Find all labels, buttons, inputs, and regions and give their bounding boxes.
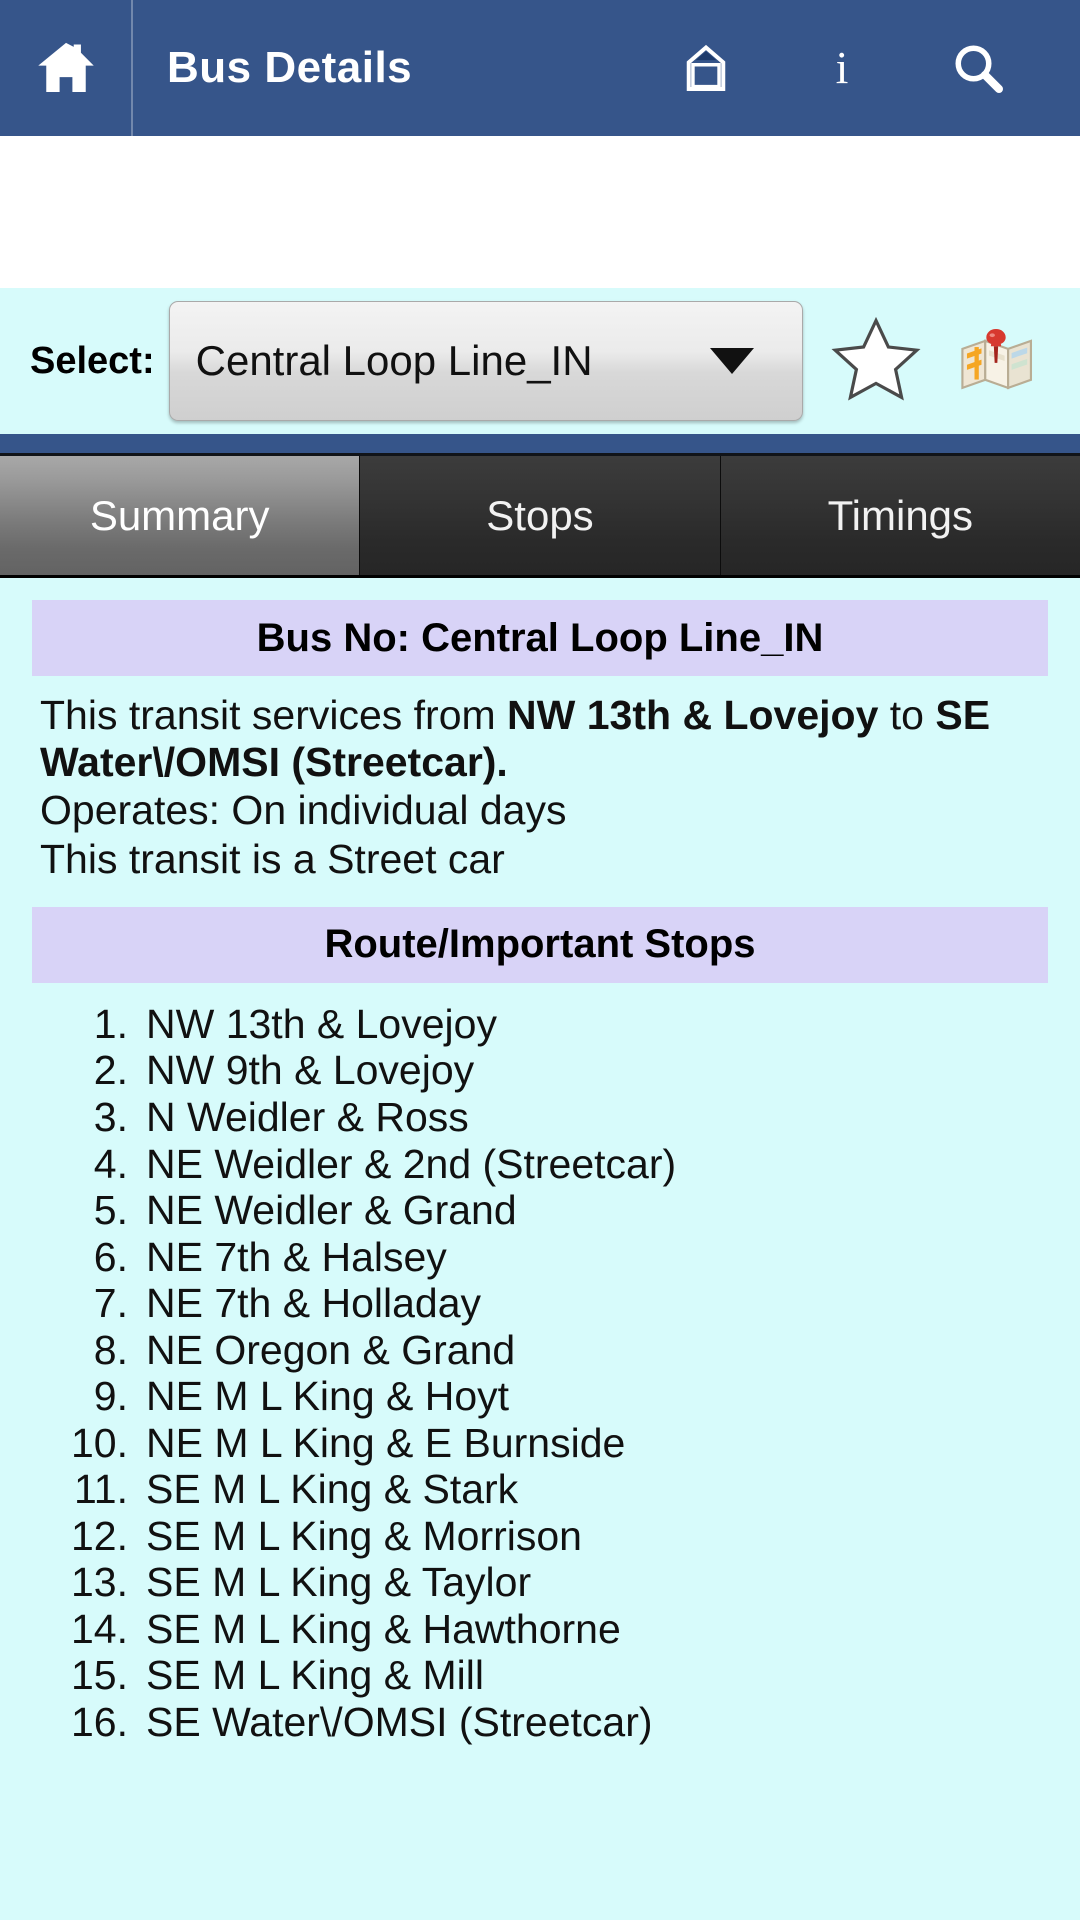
list-item: 7. NE 7th & Holladay [0, 1280, 1080, 1327]
stop-name: N Weidler & Ross [146, 1094, 469, 1140]
route-select-value: Central Loop Line_IN [195, 337, 593, 384]
info-button[interactable]: i [774, 0, 910, 136]
action-bar-actions: i [638, 0, 1080, 136]
stops-list: 1. NW 13th & Lovejoy 2. NW 9th & Lovejoy 3. N… [0, 983, 1080, 1746]
list-item: 8. NE Oregon & Grand [0, 1327, 1080, 1374]
bus-no-header: Bus No: Central Loop Line_IN [256, 615, 824, 660]
tab-timings[interactable]: Timings [720, 456, 1080, 575]
desc-middle: to [878, 692, 936, 738]
page-title: Bus Details [167, 43, 413, 92]
stop-number: 6. [93, 1233, 128, 1280]
chevron-down-icon [709, 348, 754, 374]
stop-name: SE M L King & Hawthorne [146, 1605, 621, 1652]
secondary-home-button[interactable] [638, 0, 774, 136]
stop-name: SE M L King & Stark [146, 1466, 519, 1513]
tab-summary[interactable]: Summary [0, 456, 361, 575]
stop-number: 1. [93, 1000, 128, 1047]
stop-number: 14. [71, 1605, 128, 1652]
stop-number: 2. [93, 1047, 128, 1094]
map-pin-icon [953, 318, 1039, 404]
stop-name: SE Water\/OMSI (Streetcar) [146, 1698, 653, 1745]
stop-name: SE M L King & Morrison [146, 1512, 582, 1559]
search-icon [948, 38, 1008, 98]
tab-bar: Summary Stops Timings [0, 456, 1080, 578]
stop-number: 15. [71, 1652, 128, 1699]
map-button[interactable] [941, 301, 1051, 421]
search-button[interactable] [910, 0, 1046, 136]
stop-name: NE M L King & E Burnside [146, 1419, 626, 1466]
star-outline-icon [828, 313, 924, 409]
description-sentence: This transit services from NW 13th & Lov… [40, 692, 1042, 785]
transit-type-line: This transit is a Street car [40, 836, 505, 883]
stop-number: 9. [93, 1373, 128, 1420]
home-icon [34, 36, 98, 100]
home-button[interactable] [0, 0, 131, 136]
bus-no-band: Bus No: Central Loop Line_IN [32, 600, 1048, 676]
section-separator [0, 434, 1080, 456]
stop-number: 3. [93, 1094, 128, 1140]
stop-number: 12. [71, 1512, 128, 1559]
list-item: 4. NE Weidler & 2nd (Streetcar) [0, 1141, 1080, 1188]
list-item: 9. NE M L King & Hoyt [0, 1373, 1080, 1420]
list-item: 2. NW 9th & Lovejoy [0, 1047, 1080, 1094]
stop-number: 5. [93, 1187, 128, 1234]
list-item: 14. SE M L King & Hawthorne [0, 1606, 1080, 1653]
stop-name: NW 13th & Lovejoy [146, 1000, 497, 1047]
summary-panel: Bus No: Central Loop Line_IN This transi… [0, 578, 1080, 1920]
favorite-button[interactable] [817, 301, 935, 421]
stop-name: NE M L King & Hoyt [146, 1373, 510, 1420]
action-bar: Bus Details i [0, 0, 1080, 136]
list-item: 3. N Weidler & Ross [0, 1094, 1080, 1141]
operates-line: Operates: On individual days [40, 787, 567, 834]
stop-number: 4. [93, 1140, 128, 1187]
stop-name: NE Oregon & Grand [146, 1326, 516, 1373]
stop-name: NE Weidler & Grand [146, 1187, 517, 1234]
tab-stops[interactable]: Stops [360, 456, 721, 575]
stop-number: 11. [74, 1466, 128, 1513]
stop-number: 13. [71, 1559, 128, 1606]
list-item: 15. SE M L King & Mill [0, 1652, 1080, 1699]
info-icon: i [835, 42, 849, 93]
content-gap [0, 136, 1080, 288]
stop-name: SE M L King & Taylor [146, 1559, 532, 1606]
list-item: 6. NE 7th & Halsey [0, 1234, 1080, 1281]
select-label: Select: [30, 339, 155, 382]
stop-number: 10. [71, 1419, 128, 1466]
stop-name: NE 7th & Halsey [146, 1233, 447, 1280]
stop-number: 8. [93, 1326, 128, 1373]
stop-name: NE Weidler & 2nd (Streetcar) [146, 1140, 677, 1187]
list-item: 10. NE M L King & E Burnside [0, 1420, 1080, 1467]
route-description: This transit services from NW 13th & Lov… [0, 676, 1080, 883]
list-item: 5. NE Weidler & Grand [0, 1187, 1080, 1234]
route-header: Route/Important Stops [324, 922, 756, 967]
list-item: 16. SE Water\/OMSI (Streetcar) [0, 1699, 1080, 1746]
stop-number: 16. [71, 1698, 128, 1745]
home-outline-icon [678, 40, 734, 96]
stop-number: 7. [93, 1280, 128, 1327]
list-item: 12. SE M L King & Morrison [0, 1513, 1080, 1560]
desc-prefix: This transit services from [40, 692, 508, 738]
route-band: Route/Important Stops [32, 906, 1048, 983]
desc-origin: NW 13th & Lovejoy [507, 692, 879, 738]
stop-name: NE 7th & Holladay [146, 1280, 482, 1327]
route-select-row: Select: Central Loop Line_IN [0, 288, 1080, 434]
list-item: 1. NW 13th & Lovejoy [0, 1001, 1080, 1048]
list-item: 13. SE M L King & Taylor [0, 1559, 1080, 1606]
stop-name: SE M L King & Mill [146, 1652, 484, 1699]
stop-name: NW 9th & Lovejoy [146, 1047, 475, 1094]
list-item: 11. SE M L King & Stark [0, 1466, 1080, 1513]
route-select-spinner[interactable]: Central Loop Line_IN [168, 301, 803, 421]
